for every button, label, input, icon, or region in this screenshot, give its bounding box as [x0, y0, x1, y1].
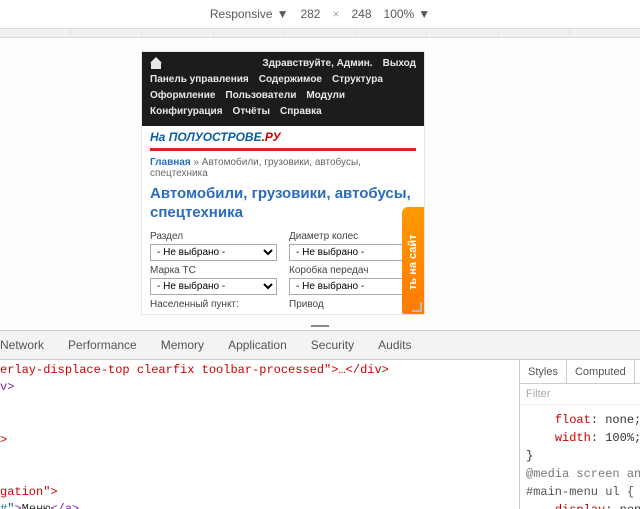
admin-menu-item[interactable]: Модули — [306, 88, 345, 104]
devtools-tab-performance[interactable]: Performance — [68, 338, 137, 352]
admin-menu-item[interactable]: Содержимое — [259, 72, 322, 88]
divider — [150, 148, 416, 151]
filter-label: Марка ТС — [150, 265, 277, 276]
filter-block: Раздел - Не выбрано - — [150, 231, 277, 261]
admin-toolbar: Здравствуйте, Админ. Выход Панель управл… — [142, 52, 424, 126]
page-title: Автомобили, грузовики, автобусы, спецтех… — [142, 185, 424, 231]
filter-block: Привод — [289, 299, 416, 312]
filter-label: Коробка передач — [289, 265, 416, 276]
breadcrumb-sep: » — [191, 157, 202, 168]
dropdown-triangle-icon: ▼ — [418, 7, 430, 21]
site-logo[interactable]: На ПОЛУОСТРОВЕ.РУ — [142, 126, 424, 146]
filter-label: Раздел — [150, 231, 277, 242]
css-rules[interactable]: float: none; width: 100%; } @media scree… — [520, 405, 640, 509]
zoom-dropdown[interactable]: 100% ▼ — [384, 7, 431, 21]
dropdown-triangle-icon: ▼ — [277, 7, 289, 21]
device-mode-dropdown[interactable]: Responsive ▼ — [210, 7, 289, 21]
styles-filter-input[interactable]: Filter — [520, 384, 640, 405]
devtools-tab-security[interactable]: Security — [311, 338, 354, 352]
filter-label: Диаметр колес — [289, 231, 416, 242]
admin-greeting[interactable]: Здравствуйте, Админ. — [262, 56, 372, 72]
styles-subtab-styles[interactable]: Styles — [520, 360, 567, 383]
devtools-tab-memory[interactable]: Memory — [161, 338, 204, 352]
devtools-tabs: s Network Performance Memory Application… — [0, 330, 640, 360]
home-icon[interactable] — [150, 59, 162, 69]
filter-select-wheel-diameter[interactable]: - Не выбрано - — [289, 244, 416, 261]
device-height-input[interactable]: 248 — [352, 7, 372, 21]
filter-label: Привод — [289, 299, 416, 310]
logo-text-3: .РУ — [262, 130, 281, 144]
logout-link[interactable]: Выход — [383, 56, 416, 72]
filter-block: Марка ТС - Не выбрано - — [150, 265, 277, 295]
viewport-area: Здравствуйте, Админ. Выход Панель управл… — [0, 38, 640, 330]
filter-block: Коробка передач - Не выбрано - — [289, 265, 416, 295]
filter-select-brand[interactable]: - Не выбрано - — [150, 278, 277, 295]
device-width-input[interactable]: 282 — [300, 7, 320, 21]
filter-block: Населенный пункт: — [150, 299, 277, 312]
admin-menu-item[interactable]: Отчёты — [233, 104, 270, 120]
admin-menu-item[interactable]: Конфигурация — [150, 104, 223, 120]
styles-subtab-computed[interactable]: Computed — [567, 360, 635, 383]
breadcrumb: Главная » Автомобили, грузовики, автобус… — [142, 157, 424, 185]
styles-panel: Styles Computed E Filter float: none; wi… — [520, 360, 640, 509]
admin-menu-item[interactable]: Пользователи — [225, 88, 296, 104]
filter-block: Диаметр колес - Не выбрано - — [289, 231, 416, 261]
device-mode-label: Responsive — [210, 7, 273, 21]
logo-text-2: ПОЛУОСТРОВЕ — [169, 130, 262, 144]
viewport-bottom-handle[interactable] — [308, 324, 332, 328]
device-toolbar: Responsive ▼ 282 × 248 100% ▼ — [0, 0, 640, 28]
logo-text-1: На — [150, 130, 169, 144]
styles-subtabs: Styles Computed E — [520, 360, 640, 384]
styles-subtab-more[interactable]: E — [635, 360, 640, 383]
filter-label: Населенный пункт: — [150, 299, 277, 310]
goto-site-tab[interactable]: ть на сайт — [402, 207, 424, 314]
devtools-lower: ar overlay-displace-top clearfix toolbar… — [0, 360, 640, 509]
devtools-tab-audits[interactable]: Audits — [378, 338, 411, 352]
filter-grid: Раздел - Не выбрано - Диаметр колес - Не… — [142, 231, 424, 312]
device-frame: Здравствуйте, Админ. Выход Панель управл… — [142, 52, 424, 314]
devtools-tab-network[interactable]: Network — [0, 338, 44, 352]
dimension-separator: × — [332, 7, 339, 21]
zoom-label: 100% — [384, 7, 415, 21]
devtools-tab-application[interactable]: Application — [228, 338, 287, 352]
breadcrumb-home[interactable]: Главная — [150, 157, 191, 168]
admin-menu-item[interactable]: Структура — [332, 72, 383, 88]
admin-menu-item[interactable]: Справка — [280, 104, 322, 120]
filter-select-section[interactable]: - Не выбрано - — [150, 244, 277, 261]
filter-select-gearbox[interactable]: - Не выбрано - — [289, 278, 416, 295]
ruler-bar — [0, 28, 640, 38]
admin-menu-item[interactable]: Оформление — [150, 88, 215, 104]
resize-grip-icon[interactable] — [412, 302, 422, 312]
elements-panel[interactable]: ar overlay-displace-top clearfix toolbar… — [0, 360, 520, 509]
admin-menu-item[interactable]: Панель управления — [150, 72, 249, 88]
